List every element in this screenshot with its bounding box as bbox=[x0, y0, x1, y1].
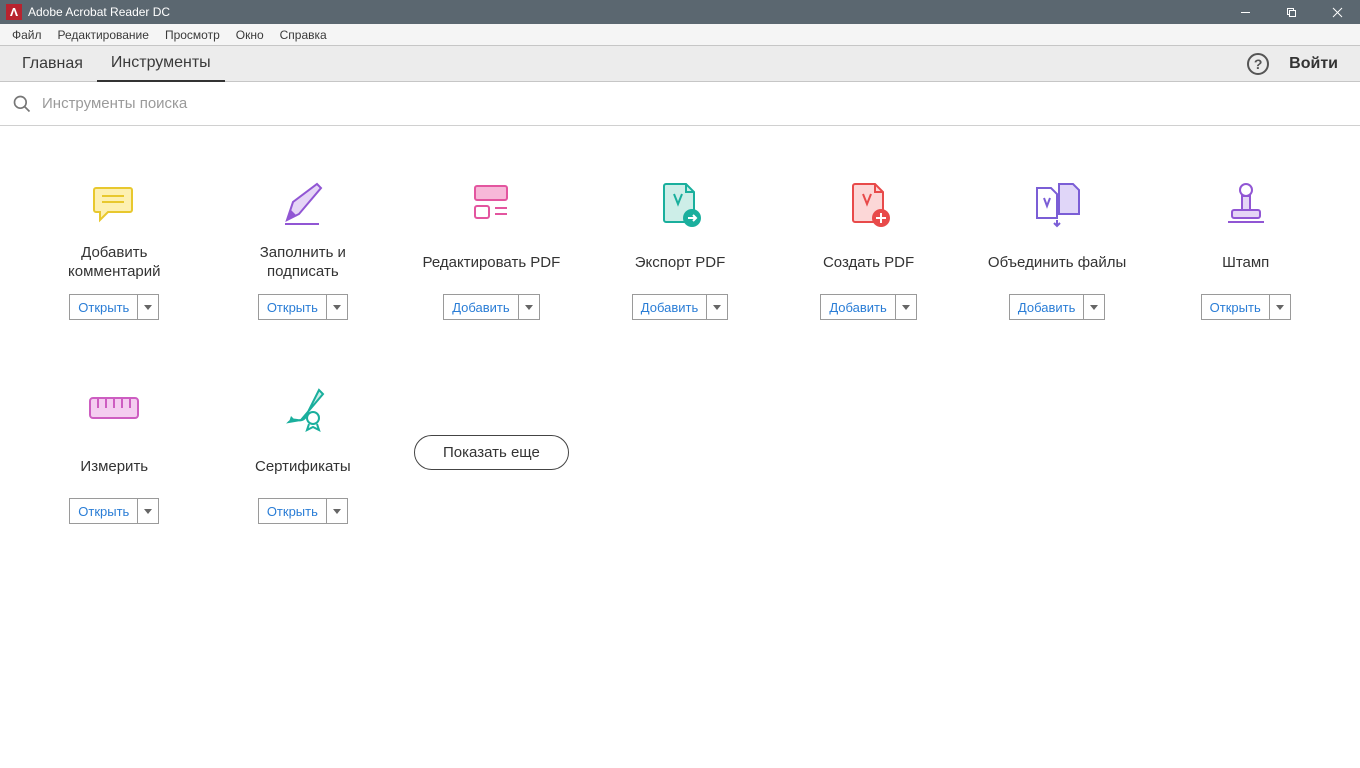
tool-fill-sign[interactable]: Заполнить и подписать Открыть bbox=[209, 176, 398, 320]
minimize-button[interactable] bbox=[1222, 0, 1268, 24]
tool-measure[interactable]: Измерить Открыть bbox=[20, 380, 209, 524]
stamp-icon bbox=[1218, 176, 1274, 232]
tool-create-pdf[interactable]: Создать PDF Добавить bbox=[774, 176, 963, 320]
certificate-icon bbox=[275, 380, 331, 436]
maximize-button[interactable] bbox=[1268, 0, 1314, 24]
search-icon bbox=[12, 94, 32, 114]
tool-label: Добавить комментарий bbox=[68, 244, 160, 282]
tool-open-button[interactable]: Открыть bbox=[69, 498, 159, 524]
signin-button[interactable]: Войти bbox=[1289, 55, 1338, 73]
tool-certificates[interactable]: Сертификаты Открыть bbox=[209, 380, 398, 524]
show-more-wrap: Показать еще bbox=[397, 380, 586, 524]
tool-stamp[interactable]: Штамп Открыть bbox=[1151, 176, 1340, 320]
tool-label: Редактировать PDF bbox=[423, 244, 561, 282]
app-icon bbox=[6, 4, 22, 20]
window-title: Adobe Acrobat Reader DC bbox=[28, 5, 170, 19]
tool-open-button[interactable]: Открыть bbox=[258, 498, 348, 524]
tab-tools[interactable]: Инструменты bbox=[97, 46, 225, 82]
export-pdf-icon bbox=[652, 176, 708, 232]
tool-label: Экспорт PDF bbox=[635, 244, 726, 282]
fill-sign-icon bbox=[275, 176, 331, 232]
tools-area: Добавить комментарий Открыть Заполнить и… bbox=[0, 126, 1360, 524]
show-more-button[interactable]: Показать еще bbox=[414, 435, 569, 470]
tool-export-pdf[interactable]: Экспорт PDF Добавить bbox=[586, 176, 775, 320]
tool-add-button[interactable]: Добавить bbox=[632, 294, 728, 320]
titlebar: Adobe Acrobat Reader DC bbox=[0, 0, 1360, 24]
tabbar: Главная Инструменты ? Войти bbox=[0, 46, 1360, 82]
tool-open-button[interactable]: Открыть bbox=[258, 294, 348, 320]
search-input[interactable] bbox=[42, 95, 1348, 112]
menu-view[interactable]: Просмотр bbox=[157, 26, 228, 44]
tab-home[interactable]: Главная bbox=[8, 46, 97, 82]
measure-icon bbox=[86, 380, 142, 436]
menu-help[interactable]: Справка bbox=[272, 26, 335, 44]
tool-open-button[interactable]: Открыть bbox=[69, 294, 159, 320]
tool-label: Объединить файлы bbox=[988, 244, 1126, 282]
tool-label: Заполнить и подписать bbox=[260, 244, 346, 282]
menu-window[interactable]: Окно bbox=[228, 26, 272, 44]
menubar: Файл Редактирование Просмотр Окно Справк… bbox=[0, 24, 1360, 46]
tool-add-comment[interactable]: Добавить комментарий Открыть bbox=[20, 176, 209, 320]
edit-pdf-icon bbox=[463, 176, 519, 232]
comment-icon bbox=[86, 176, 142, 232]
tool-label: Создать PDF bbox=[823, 244, 914, 282]
tool-add-button[interactable]: Добавить bbox=[820, 294, 916, 320]
help-icon[interactable]: ? bbox=[1247, 53, 1269, 75]
tool-combine-files[interactable]: Объединить файлы Добавить bbox=[963, 176, 1152, 320]
tool-edit-pdf[interactable]: Редактировать PDF Добавить bbox=[397, 176, 586, 320]
tool-open-button[interactable]: Открыть bbox=[1201, 294, 1291, 320]
tool-add-button[interactable]: Добавить bbox=[1009, 294, 1105, 320]
menu-file[interactable]: Файл bbox=[4, 26, 50, 44]
close-button[interactable] bbox=[1314, 0, 1360, 24]
tool-label: Сертификаты bbox=[255, 448, 351, 486]
combine-icon bbox=[1029, 176, 1085, 232]
tool-add-button[interactable]: Добавить bbox=[443, 294, 539, 320]
menu-edit[interactable]: Редактирование bbox=[50, 26, 157, 44]
create-pdf-icon bbox=[841, 176, 897, 232]
tool-label: Измерить bbox=[80, 448, 148, 486]
searchbar bbox=[0, 82, 1360, 126]
tool-label: Штамп bbox=[1222, 244, 1269, 282]
